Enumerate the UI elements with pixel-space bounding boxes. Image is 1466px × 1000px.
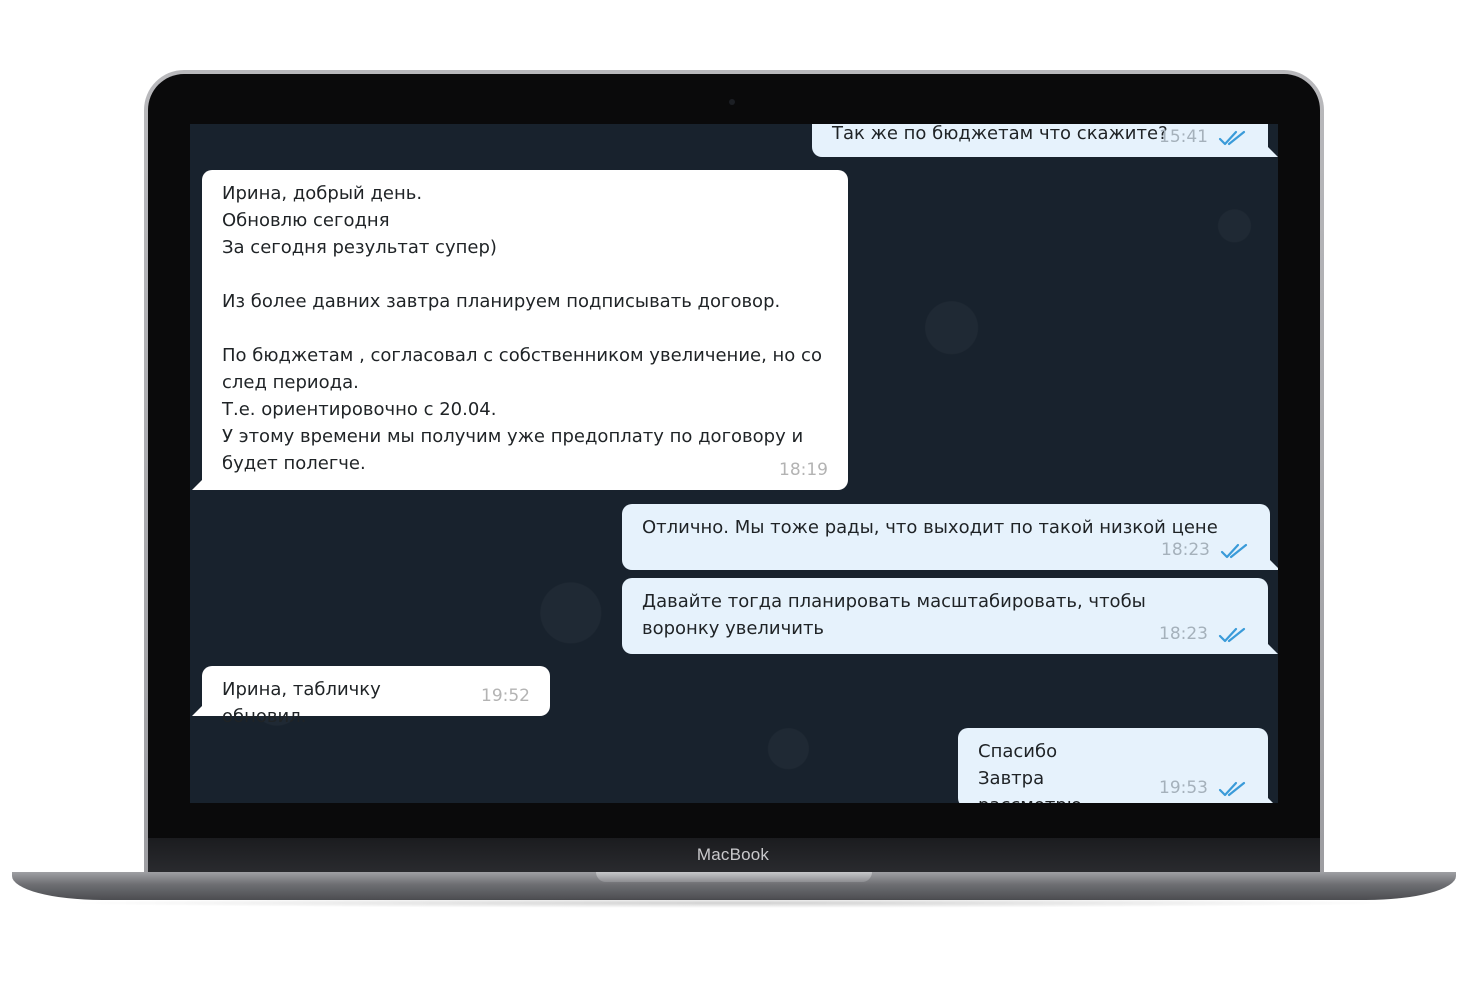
message-meta: 18:23 [1161, 537, 1250, 564]
message-outgoing[interactable]: Так же по бюджетам что скажите? 15:41 [812, 124, 1278, 157]
camera-icon [729, 99, 735, 105]
message-incoming[interactable]: Ирина, табличку обновил. 19:52 [192, 666, 550, 727]
message-text: Отлично. Мы тоже рады, что выходит по та… [642, 517, 1218, 538]
message-text: Ирина, табличку обновил. [222, 679, 381, 727]
double-check-icon [1220, 542, 1250, 560]
message-time: 18:23 [1159, 624, 1208, 644]
chat-screen[interactable]: Так же по бюджетам что скажите? 15:41 Ир… [190, 124, 1278, 803]
message-time: 18:23 [1161, 540, 1210, 560]
message-time: 15:41 [1159, 127, 1208, 147]
double-check-icon [1218, 780, 1248, 798]
message-meta: 19:52 [481, 683, 530, 710]
message-incoming[interactable]: Ирина, добрый день. Обновлю сегодня За с… [192, 170, 848, 490]
message-time: 18:19 [779, 460, 828, 480]
message-meta: 19:53 [1159, 775, 1248, 802]
brand-label: MacBook [696, 845, 770, 864]
message-text: Ирина, добрый день. Обновлю сегодня За с… [222, 183, 822, 474]
message-text: Спасибо Завтра рассмотрю [978, 741, 1082, 803]
double-check-icon [1218, 626, 1248, 644]
laptop-mockup: Так же по бюджетам что скажите? 15:41 Ир… [0, 0, 1466, 1000]
message-meta: 18:23 [1159, 621, 1248, 648]
message-outgoing[interactable]: Отлично. Мы тоже рады, что выходит по та… [622, 504, 1278, 570]
message-outgoing[interactable]: Давайте тогда планировать масштабировать… [622, 578, 1278, 654]
laptop-shadow [60, 898, 1406, 908]
laptop-opening-notch [596, 872, 872, 882]
message-text: Давайте тогда планировать масштабировать… [642, 591, 1146, 639]
double-check-icon [1218, 129, 1248, 147]
message-meta: 18:19 [779, 457, 828, 484]
message-meta: 15:41 [1159, 124, 1248, 151]
message-time: 19:53 [1159, 778, 1208, 798]
message-time: 19:52 [481, 686, 530, 706]
message-outgoing[interactable]: Спасибо Завтра рассмотрю 19:53 [958, 728, 1278, 803]
